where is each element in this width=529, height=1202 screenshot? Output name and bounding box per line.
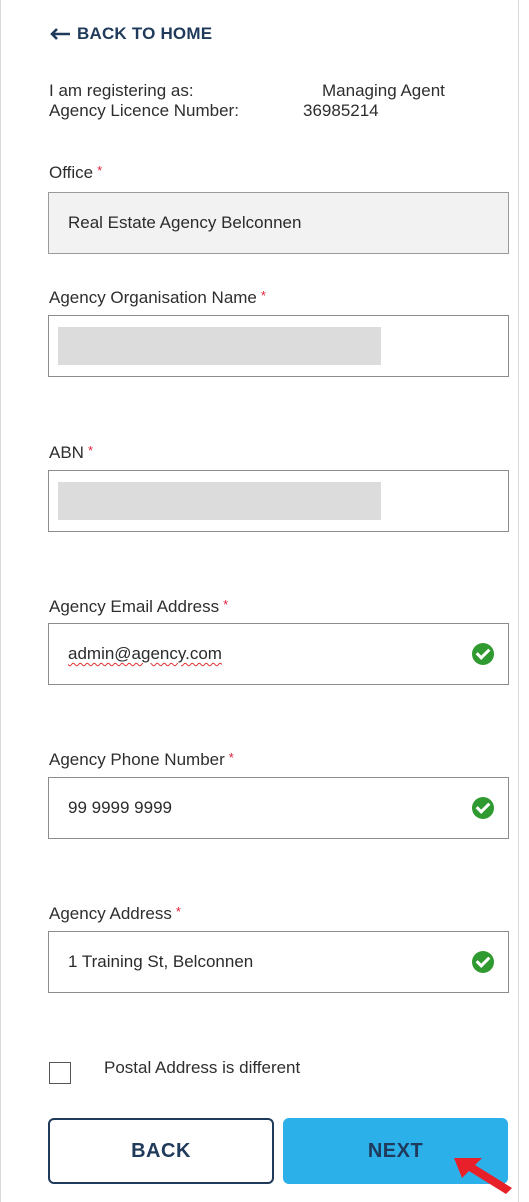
registering-as-value: Managing Agent	[322, 81, 445, 100]
back-to-home-link[interactable]: BACK TO HOME	[49, 24, 212, 44]
address-label: Agency Address *	[49, 904, 181, 923]
address-input[interactable]: 1 Training St, Belconnen	[48, 931, 509, 993]
required-marker: *	[97, 163, 103, 178]
phone-value: 99 9999 9999	[68, 798, 172, 817]
back-button[interactable]: BACK	[48, 1118, 274, 1184]
required-marker: *	[223, 597, 229, 612]
arrow-left-icon	[50, 28, 70, 40]
office-label: Office *	[49, 163, 103, 182]
abn-input[interactable]	[48, 470, 509, 532]
licence-label: Agency Licence Number:	[49, 101, 239, 120]
required-marker: *	[228, 750, 234, 765]
abn-label: ABN *	[49, 443, 94, 462]
office-value: Real Estate Agency Belconnen	[68, 213, 302, 232]
form-panel: BACK TO HOME I am registering as: Managi…	[0, 0, 519, 1202]
phone-label: Agency Phone Number *	[49, 750, 234, 769]
check-circle-icon	[472, 797, 494, 819]
check-circle-icon	[472, 643, 494, 665]
required-marker: *	[175, 904, 181, 919]
postal-address-checkbox[interactable]	[49, 1062, 71, 1084]
check-circle-icon	[472, 951, 494, 973]
email-input[interactable]: admin@agency.com	[48, 623, 509, 685]
red-arrow-annotation	[454, 1158, 512, 1194]
organisation-name-label: Agency Organisation Name *	[49, 288, 266, 307]
back-button-label: BACK	[131, 1139, 191, 1162]
redacted-value	[58, 327, 381, 365]
next-button-label: NEXT	[367, 1139, 424, 1162]
required-marker: *	[260, 288, 266, 303]
required-marker: *	[87, 443, 94, 458]
office-field: Real Estate Agency Belconnen	[48, 192, 509, 254]
email-label: Agency Email Address *	[49, 597, 229, 616]
address-value: 1 Training St, Belconnen	[68, 952, 254, 971]
redacted-value	[58, 482, 381, 520]
organisation-name-input[interactable]	[48, 315, 509, 377]
registering-as-label: I am registering as:	[49, 81, 194, 100]
postal-address-label: Postal Address is different	[104, 1058, 301, 1077]
email-value: admin@agency.com	[68, 644, 222, 663]
back-to-home-label: BACK TO HOME	[77, 24, 213, 43]
licence-value: 36985214	[303, 101, 379, 120]
phone-input[interactable]: 99 9999 9999	[48, 777, 509, 839]
